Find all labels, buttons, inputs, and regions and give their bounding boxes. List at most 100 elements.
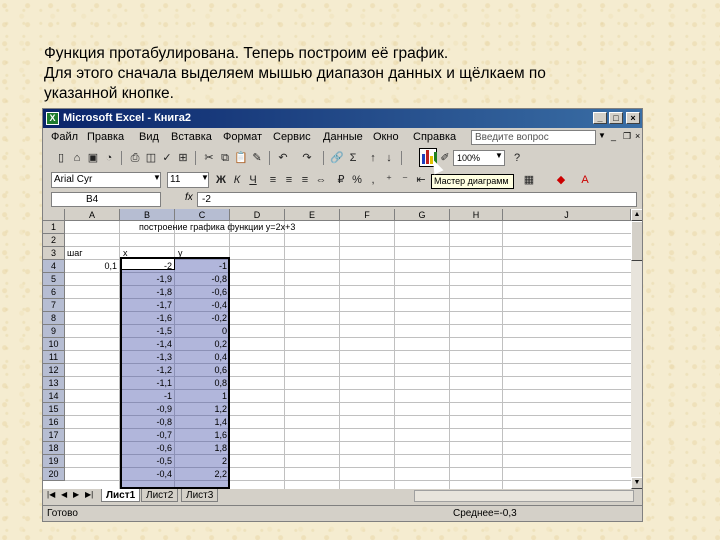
ask-question-input[interactable]: Введите вопрос — [471, 130, 596, 145]
row-header[interactable]: 10 — [43, 338, 65, 351]
prev-sheet-icon[interactable]: ◀ — [61, 490, 67, 499]
print-icon[interactable]: ⎙ — [127, 150, 143, 166]
row-header[interactable]: 6 — [43, 286, 65, 299]
sort-ascending-icon[interactable]: ↑ — [365, 150, 381, 166]
column-header[interactable]: J — [503, 209, 631, 221]
column-header[interactable]: G — [395, 209, 450, 221]
sort-descending-icon[interactable]: ↓ — [381, 150, 397, 166]
font-dropdown-icon[interactable]: ▼ — [153, 173, 161, 182]
doc-close-icon[interactable]: × — [635, 131, 640, 141]
bold-icon[interactable]: Ж — [213, 172, 229, 188]
row-header[interactable]: 17 — [43, 429, 65, 442]
maximize-button[interactable]: □ — [609, 112, 623, 124]
merge-center-icon[interactable]: ⇔ — [313, 172, 329, 188]
row-header[interactable]: 16 — [43, 416, 65, 429]
scroll-down-icon[interactable]: ▼ — [631, 477, 642, 489]
decrease-indent-icon[interactable]: ⇤ — [413, 172, 429, 188]
new-icon[interactable]: ▯ — [53, 150, 69, 166]
increase-decimal-icon[interactable]: ⁺ — [381, 172, 397, 188]
italic-icon[interactable]: К — [229, 172, 245, 188]
underline-icon[interactable]: Ч — [245, 172, 261, 188]
last-sheet-icon[interactable]: ▶| — [85, 490, 93, 499]
column-header[interactable]: B — [120, 209, 175, 221]
paste-icon[interactable]: 📋 — [233, 150, 249, 166]
row-header[interactable]: 18 — [43, 442, 65, 455]
row-header[interactable]: 14 — [43, 390, 65, 403]
row-header[interactable]: 8 — [43, 312, 65, 325]
menu-edit[interactable]: Правка — [87, 128, 124, 147]
horizontal-scrollbar[interactable] — [414, 490, 634, 502]
research-icon[interactable]: ⊞ — [175, 150, 191, 166]
row-header[interactable]: 2 — [43, 234, 65, 247]
menu-tools[interactable]: Сервис — [273, 128, 311, 147]
row-header[interactable]: 1 — [43, 221, 65, 234]
row-header[interactable]: 7 — [43, 299, 65, 312]
spelling-icon[interactable]: ✓ — [159, 150, 175, 166]
scroll-thumb[interactable] — [631, 221, 642, 261]
row-header[interactable]: 9 — [43, 325, 65, 338]
copy-icon[interactable]: ⧉ — [217, 150, 233, 166]
menu-format[interactable]: Формат — [223, 128, 262, 147]
menu-data[interactable]: Данные — [323, 128, 363, 147]
minimize-button[interactable]: _ — [593, 112, 607, 124]
open-icon[interactable]: ⌂ — [69, 150, 85, 166]
row-header[interactable]: 19 — [43, 455, 65, 468]
menu-view[interactable]: Вид — [139, 128, 159, 147]
align-center-icon[interactable]: ≡ — [281, 172, 297, 188]
column-header[interactable]: F — [340, 209, 395, 221]
format-painter-icon[interactable]: ✎ — [249, 150, 265, 166]
menu-help[interactable]: Справка — [413, 128, 456, 147]
align-left-icon[interactable]: ≡ — [265, 172, 281, 188]
excel-icon[interactable]: X — [46, 112, 59, 125]
select-all-corner[interactable] — [43, 209, 65, 221]
first-sheet-icon[interactable]: |◀ — [47, 490, 55, 499]
doc-restore-icon[interactable]: ❐ — [623, 131, 631, 142]
next-sheet-icon[interactable]: ▶ — [73, 490, 79, 499]
row-header[interactable]: 12 — [43, 364, 65, 377]
name-box[interactable]: B4 — [51, 192, 161, 207]
fx-icon[interactable]: fx — [185, 192, 193, 203]
row-header[interactable]: 5 — [43, 273, 65, 286]
ask-dropdown-icon[interactable]: ▼ — [598, 131, 606, 140]
save-icon[interactable]: ▣ — [85, 150, 101, 166]
title-bar[interactable]: X Microsoft Excel - Книга2 _ □ × — [43, 109, 642, 128]
zoom-dropdown-icon[interactable]: ▼ — [495, 151, 503, 160]
menu-window[interactable]: Окно — [373, 128, 399, 147]
font-name-select[interactable]: Arial Cyr — [51, 172, 161, 188]
help-icon[interactable]: ? — [509, 150, 525, 166]
row-header[interactable]: 4 — [43, 260, 65, 273]
scroll-up-icon[interactable]: ▲ — [631, 209, 642, 221]
close-button[interactable]: × — [626, 112, 640, 124]
row-header[interactable]: 20 — [43, 468, 65, 481]
doc-minimize-icon[interactable]: _ — [611, 131, 616, 141]
hyperlink-icon[interactable]: 🔗 — [329, 150, 345, 166]
row-header[interactable]: 3 — [43, 247, 65, 260]
align-right-icon[interactable]: ≡ — [297, 172, 313, 188]
fill-color-icon[interactable]: ◆ — [553, 172, 569, 188]
sheet-tab-1[interactable]: Лист1 — [101, 489, 141, 502]
column-header[interactable]: H — [450, 209, 503, 221]
vertical-scrollbar[interactable]: ▲ ▼ — [631, 209, 642, 489]
redo-icon[interactable]: ↷ — [299, 150, 315, 166]
spreadsheet-grid[interactable]: A B C D E F G H J 1 2 3 4 5 6 7 8 9 10 11 12 13 14 15 16 17 18 19 20… — [43, 209, 631, 489]
sheet-tab-2[interactable]: Лист2 — [141, 489, 179, 502]
borders-icon[interactable]: ▦ — [521, 172, 537, 188]
column-header[interactable]: C — [175, 209, 230, 221]
size-dropdown-icon[interactable]: ▼ — [201, 173, 209, 182]
row-header[interactable]: 15 — [43, 403, 65, 416]
decrease-decimal-icon[interactable]: ⁻ — [397, 172, 413, 188]
undo-icon[interactable]: ↶ — [275, 150, 291, 166]
row-header[interactable]: 13 — [43, 377, 65, 390]
menu-insert[interactable]: Вставка — [171, 128, 212, 147]
percent-icon[interactable]: % — [349, 172, 365, 188]
cut-icon[interactable]: ✂ — [201, 150, 217, 166]
preview-icon[interactable]: ◫ — [143, 150, 159, 166]
font-color-icon[interactable]: A — [577, 172, 593, 188]
column-header[interactable]: D — [230, 209, 285, 221]
menu-file[interactable]: Файл — [51, 128, 78, 147]
column-header[interactable]: E — [285, 209, 340, 221]
thousands-icon[interactable]: , — [365, 172, 381, 188]
row-header[interactable]: 11 — [43, 351, 65, 364]
formula-input[interactable]: -2 — [197, 192, 637, 207]
column-header[interactable]: A — [65, 209, 120, 221]
